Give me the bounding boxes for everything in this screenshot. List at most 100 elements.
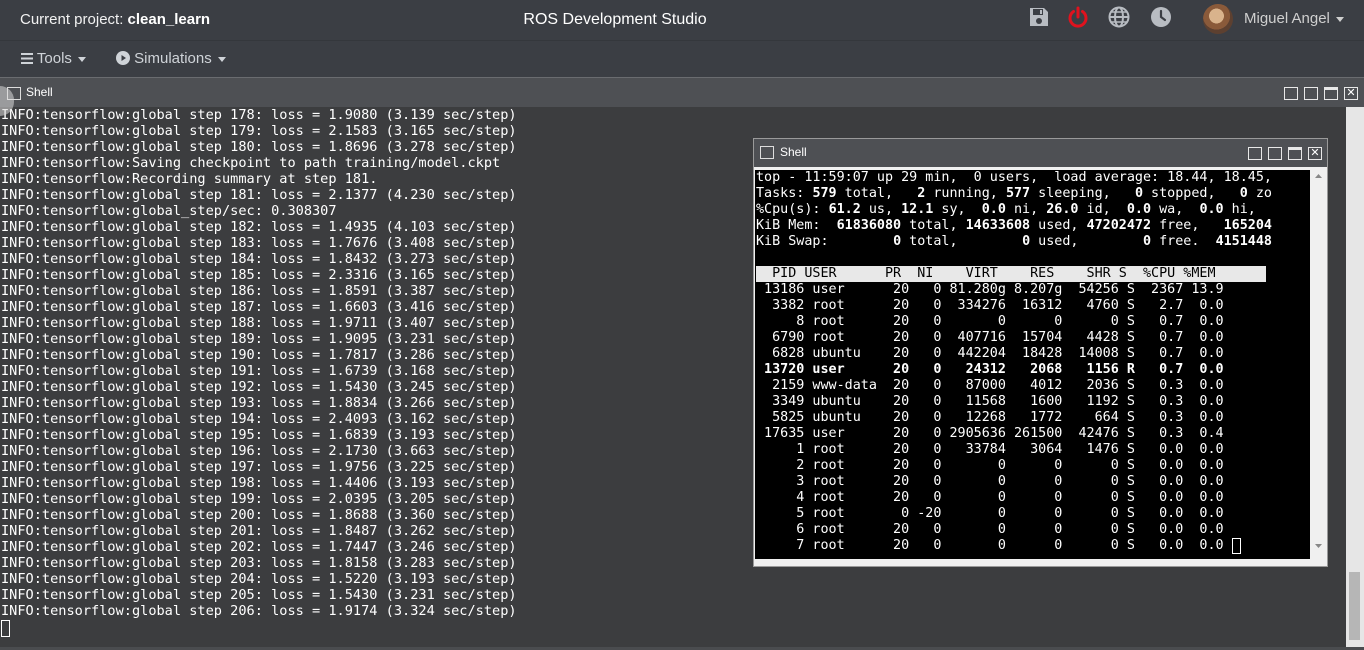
process-row: 6 root 20 0 0 0 0 S 0.0 0.0: [756, 522, 1224, 537]
summary-value: 26.0: [1046, 202, 1079, 217]
top-navbar: Current project: clean_learn ROS Develop…: [0, 0, 1364, 40]
summary-label: total,: [836, 186, 918, 201]
summary-value: 0: [1022, 234, 1031, 249]
terminal-cursor: [1231, 538, 1241, 554]
summary-value: 0.0: [1126, 202, 1152, 217]
power-icon[interactable]: [1067, 6, 1089, 28]
process-table-header: PID USER PR NI VIRT RES SHR S %CPU %MEM: [756, 266, 1266, 282]
restore-button[interactable]: [1248, 147, 1262, 160]
summary-label: used,: [1030, 218, 1087, 233]
summary-label: KiB Swap:: [756, 234, 894, 249]
process-row: 4 root 20 0 0 0 0 S 0.0 0.0: [756, 490, 1224, 505]
simulations-label: Simulations: [134, 50, 212, 67]
inner-shell-scrollbar[interactable]: [1311, 170, 1326, 552]
summary-value: 579: [812, 186, 837, 201]
top-summary-line: top - 11:59:07 up 29 min, 0 users, load …: [756, 170, 1272, 186]
summary-value: 0: [893, 234, 902, 249]
tools-menu[interactable]: Tools: [21, 50, 86, 67]
process-row: 7 root 20 0 0 0 0 S 0.0 0.0: [756, 538, 1272, 554]
summary-value: 577: [1005, 186, 1031, 201]
process-row: 5825 ubuntu 20 0 12268 1772 664 S 0.3 0.…: [756, 410, 1224, 425]
process-row: 17635 user 20 0 2905636 261500 42476 S 0…: [756, 426, 1224, 441]
process-row: 6828 ubuntu 20 0 442204 18428 14008 S 0.…: [756, 346, 1224, 361]
summary-label: %Cpu(s):: [756, 202, 829, 217]
main-toolbar: Tools Simulations: [0, 40, 1364, 77]
summary-value: 0: [1143, 234, 1152, 249]
user-name: Miguel Angel: [1244, 10, 1344, 27]
terminal-cursor: [1, 620, 10, 637]
summary-value: 0.0: [1199, 202, 1224, 217]
close-button[interactable]: ✕: [1308, 147, 1322, 160]
summary-value: 0: [1134, 186, 1143, 201]
clock-icon[interactable]: [1150, 6, 1172, 28]
chevron-down-icon: [217, 56, 226, 62]
shell-log-output: INFO:tensorflow:global step 178: loss = …: [1, 107, 517, 619]
terminal-icon: [760, 146, 774, 159]
scrollbar-thumb[interactable]: [1349, 572, 1360, 640]
process-row: 13186 user 20 0 81.280g 8.207g 54256 S 2…: [756, 282, 1224, 297]
save-icon[interactable]: [1028, 6, 1050, 28]
summary-value: 0.0: [981, 202, 1006, 217]
process-row: 5 root 0 -20 0 0 0 S 0.0 0.0: [756, 506, 1224, 521]
summary-label: zo: [1247, 186, 1272, 201]
summary-label: us,: [860, 202, 902, 217]
summary-label: free,: [1151, 218, 1224, 233]
inner-shell-titlebar[interactable]: Shell ✕: [754, 139, 1327, 167]
summary-value: 47202472: [1086, 218, 1152, 233]
top-summary-line: KiB Swap: 0 total, 0 used, 0 free. 41514…: [756, 234, 1272, 250]
summary-value: 165204: [1223, 218, 1272, 233]
summary-label: id,: [1078, 202, 1127, 217]
maximize-button[interactable]: [1288, 147, 1302, 160]
summary-value: 4151448: [1215, 234, 1272, 249]
process-row: 8 root 20 0 0 0 0 S 0.7 0.0: [756, 314, 1224, 329]
play-circle-icon: [116, 51, 130, 65]
process-row: 3382 root 20 0 334276 16312 4760 S 2.7 0…: [756, 298, 1224, 313]
summary-label: used,: [1030, 234, 1143, 249]
process-row: 2159 www-data 20 0 87000 4012 2036 S 0.3…: [756, 378, 1224, 393]
shell-window-titlebar[interactable]: Shell ✕: [0, 77, 1364, 107]
hamburger-icon: [21, 53, 33, 64]
summary-label: total,: [901, 234, 1023, 249]
process-row: 6790 root 20 0 407716 15704 4428 S 0.7 0…: [756, 330, 1224, 345]
summary-label: ni,: [1005, 202, 1047, 217]
minimize-button[interactable]: [1304, 87, 1318, 100]
summary-label: wa,: [1151, 202, 1200, 217]
top-summary-line: KiB Mem: 61836080 total, 14633608 used, …: [756, 218, 1272, 234]
summary-value: 12.1: [901, 202, 934, 217]
maximize-button[interactable]: [1324, 87, 1338, 100]
chevron-down-icon: [77, 56, 86, 62]
summary-value: 0: [1239, 186, 1248, 201]
summary-value: 61836080: [836, 218, 902, 233]
simulations-menu[interactable]: Simulations: [116, 50, 226, 67]
process-row: 3 root 20 0 0 0 0 S 0.0 0.0: [756, 474, 1224, 489]
minimize-button[interactable]: [1268, 147, 1282, 160]
summary-label: Tasks:: [756, 186, 813, 201]
process-row: 13720 user 20 0 24312 2068 1156 R 0.7 0.…: [756, 362, 1224, 377]
top-summary-line: %Cpu(s): 61.2 us, 12.1 sy, 0.0 ni, 26.0 …: [756, 202, 1272, 218]
shell-scrollbar[interactable]: [1346, 107, 1364, 647]
summary-label: sleeping,: [1030, 186, 1135, 201]
summary-value: 14633608: [965, 218, 1031, 233]
process-row: 2 root 20 0 0 0 0 S 0.0 0.0: [756, 458, 1224, 473]
top-terminal[interactable]: top - 11:59:07 up 29 min, 0 users, load …: [755, 170, 1310, 559]
summary-label: free.: [1151, 234, 1216, 249]
process-row: 3349 ubuntu 20 0 11568 1600 1192 S 0.3 0…: [756, 394, 1224, 409]
close-button[interactable]: ✕: [1344, 87, 1358, 100]
summary-value: 61.2: [828, 202, 861, 217]
inner-shell-window[interactable]: Shell ✕ top - 11:59:07 up 29 min, 0 user…: [753, 138, 1328, 567]
top-output: top - 11:59:07 up 29 min, 0 users, load …: [756, 170, 1272, 554]
avatar: [1203, 4, 1233, 34]
restore-button[interactable]: [1284, 87, 1298, 100]
top-summary-line: Tasks: 579 total, 2 running, 577 sleepin…: [756, 186, 1272, 202]
shell-window-title: Shell: [26, 85, 53, 99]
inner-shell-title: Shell: [780, 145, 807, 159]
summary-label: sy,: [933, 202, 982, 217]
globe-icon[interactable]: [1108, 6, 1130, 28]
summary-label: total,: [901, 218, 966, 233]
summary-label: top - 11:59:07 up 29 min, 0 users, load …: [756, 170, 1272, 185]
process-row: 1 root 20 0 33784 3064 1476 S 0.0 0.0: [756, 442, 1224, 457]
chevron-down-icon: [1335, 16, 1344, 22]
tools-label: Tools: [36, 50, 72, 67]
summary-label: running,: [925, 186, 1006, 201]
summary-label: stopped,: [1143, 186, 1240, 201]
